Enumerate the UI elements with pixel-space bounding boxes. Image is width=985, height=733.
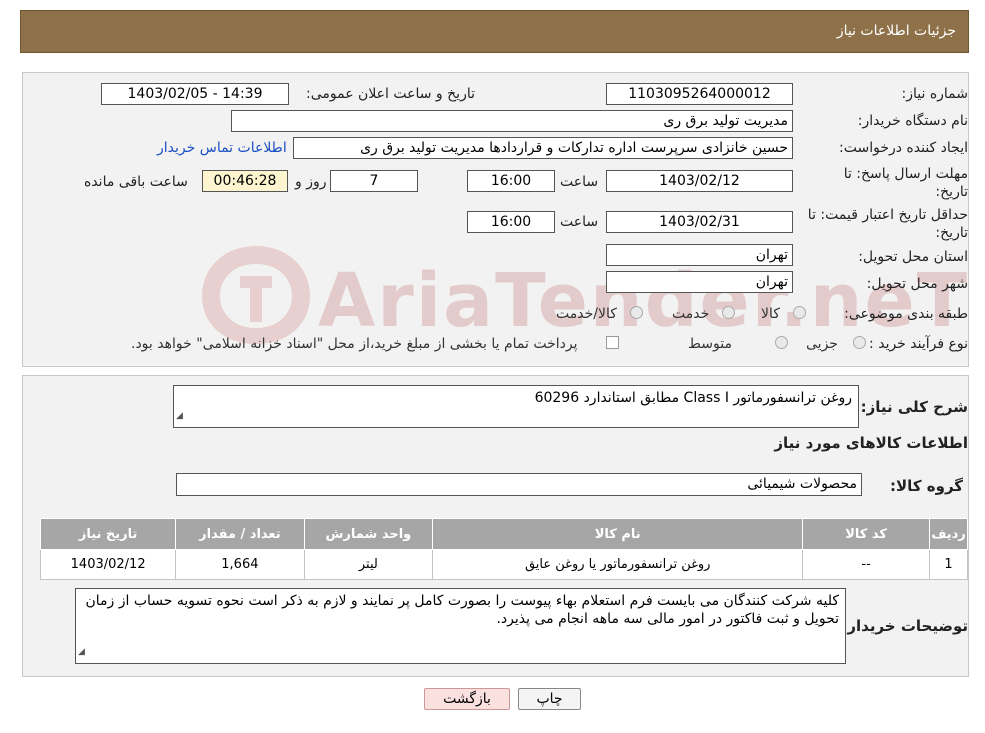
- back-button[interactable]: بازگشت: [424, 688, 510, 710]
- cell-goods-code: --: [802, 549, 931, 580]
- category-label: طبقه بندی موضوعی:: [844, 306, 968, 322]
- process-radio-medium[interactable]: [775, 336, 788, 349]
- process-type-label: نوع فرآیند خرید :: [869, 336, 968, 352]
- goods-info-title: اطلاعات کالاهای مورد نیاز: [774, 434, 968, 452]
- cell-unit: لیتر: [303, 549, 434, 580]
- creator-label: ایجاد کننده درخواست:: [839, 140, 968, 156]
- validity-time-field: 16:00: [467, 211, 555, 233]
- province-field: تهران: [606, 244, 793, 266]
- treasury-checkbox[interactable]: [606, 336, 619, 349]
- page-header: جزئیات اطلاعات نیاز: [20, 10, 969, 53]
- watermark-logo: [196, 240, 316, 350]
- cell-goods-name: روغن ترانسفورماتور یا روغن عایق: [432, 549, 804, 580]
- col-name-header: نام کالا: [432, 518, 804, 550]
- province-label: استان محل تحویل:: [858, 249, 968, 265]
- remaining-time-field: 00:46:28: [202, 170, 288, 192]
- need-number-field: 1103095264000012: [606, 83, 793, 105]
- process-radio-minor[interactable]: [853, 336, 866, 349]
- category-option-service: خدمت: [672, 306, 710, 322]
- print-button[interactable]: چاپ: [518, 688, 581, 710]
- summary-label: شرح کلی نیاز:: [860, 398, 968, 416]
- col-row-header: ردیف: [929, 518, 968, 550]
- buyer-org-label: نام دستگاه خریدار:: [857, 113, 968, 129]
- validity-time-label: ساعت: [560, 214, 599, 230]
- table-row: 1 -- روغن ترانسفورماتور یا روغن عایق لیت…: [39, 549, 968, 580]
- announce-datetime-field: 1403/02/05 - 14:39: [101, 83, 289, 105]
- creator-field: حسین خانزادی سرپرست اداره تدارکات و قرار…: [293, 137, 793, 159]
- summary-field: روغن ترانسفورماتور Class I مطابق استاندا…: [173, 385, 859, 428]
- resize-grip-icon[interactable]: ◢: [176, 407, 183, 425]
- deadline-time-field: 16:00: [467, 170, 555, 192]
- col-qty-header: تعداد / مقدار: [175, 518, 305, 550]
- process-option-minor: جزیی: [806, 336, 838, 352]
- page-title: جزئیات اطلاعات نیاز: [836, 23, 956, 39]
- goods-group-field: محصولات شیمیائی: [176, 473, 862, 496]
- days-label: روز و: [295, 174, 327, 190]
- resize-grip-icon[interactable]: ◢: [78, 643, 85, 661]
- process-option-medium: متوسط: [688, 336, 732, 352]
- validity-date-field: 1403/02/31: [606, 211, 793, 233]
- summary-text: روغن ترانسفورماتور Class I مطابق استاندا…: [534, 390, 852, 406]
- buyer-notes-text: کلیه شرکت کنندگان می بایست فرم استعلام ب…: [85, 593, 840, 627]
- buyer-org-field: مدیریت تولید برق ری: [231, 110, 793, 132]
- category-radio-goods[interactable]: [793, 306, 806, 319]
- buyer-contact-link[interactable]: اطلاعات تماس خریدار: [157, 140, 287, 156]
- validity-label: حداقل تاریخ اعتبار قیمت: تا تاریخ:: [807, 207, 968, 241]
- buyer-notes-field: کلیه شرکت کنندگان می بایست فرم استعلام ب…: [75, 588, 846, 664]
- col-unit-header: واحد شمارش: [303, 518, 434, 550]
- buyer-notes-label: توضیحات خریدار:: [841, 617, 968, 635]
- city-label: شهر محل تحویل:: [866, 276, 968, 292]
- category-radio-service[interactable]: [722, 306, 735, 319]
- goods-table: ردیف کد کالا نام کالا واحد شمارش تعداد /…: [39, 518, 968, 580]
- cell-row-number: 1: [929, 549, 968, 580]
- process-note: پرداخت تمام یا بخشی از مبلغ خرید،از محل …: [131, 336, 578, 352]
- deadline-time-label: ساعت: [560, 174, 599, 190]
- category-option-goods-service: کالا/خدمت: [556, 306, 617, 322]
- deadline-label: مهلت ارسال پاسخ: تا تاریخ:: [843, 166, 968, 200]
- cell-quantity: 1,664: [175, 549, 305, 580]
- city-field: تهران: [606, 271, 793, 293]
- table-header-row: ردیف کد کالا نام کالا واحد شمارش تعداد /…: [39, 518, 968, 550]
- col-date-header: تاریخ نیاز: [39, 518, 177, 550]
- goods-group-label: گروه کالا:: [890, 477, 963, 495]
- category-option-goods: کالا: [761, 306, 780, 322]
- need-number-label: شماره نیاز:: [901, 86, 969, 102]
- announce-datetime-label: تاریخ و ساعت اعلان عمومی:: [306, 86, 475, 102]
- deadline-date-field: 1403/02/12: [606, 170, 793, 192]
- col-code-header: کد کالا: [802, 518, 931, 550]
- goods-table-wrapper: ردیف کد کالا نام کالا واحد شمارش تعداد /…: [39, 518, 968, 580]
- category-radio-goods-service[interactable]: [630, 306, 643, 319]
- cell-need-date: 1403/02/12: [39, 549, 177, 580]
- days-count-field: 7: [330, 170, 418, 192]
- remaining-label: ساعت باقی مانده: [84, 174, 188, 190]
